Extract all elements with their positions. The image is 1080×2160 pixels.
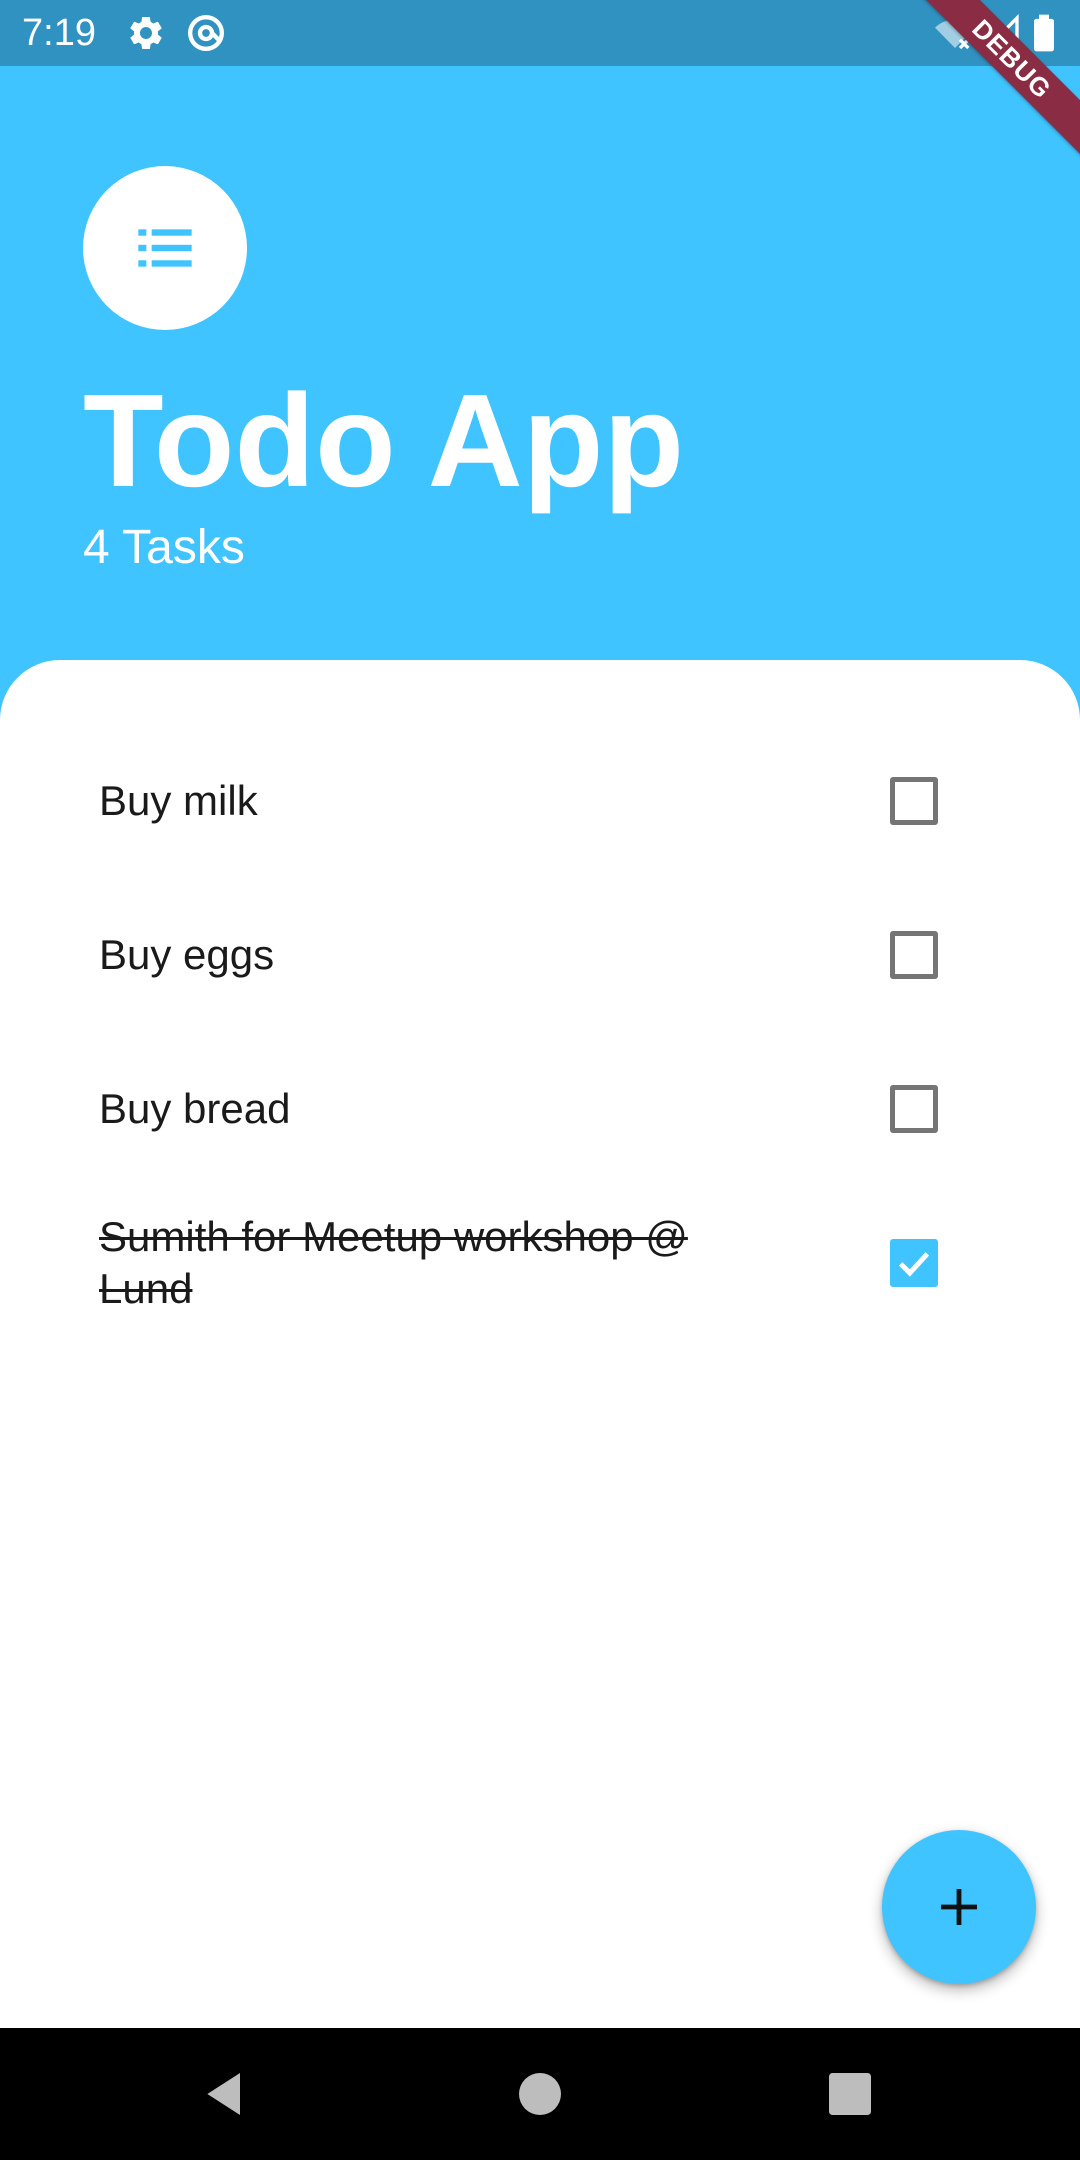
todo-label: Buy bread	[99, 1085, 291, 1132]
header: Todo App 4 Tasks	[0, 66, 1080, 706]
back-triangle-icon[interactable]	[198, 2066, 254, 2122]
task-count: 4 Tasks	[83, 521, 245, 574]
add-task-button[interactable]	[882, 1830, 1036, 1984]
page-title: Todo App	[83, 367, 685, 514]
avatar	[83, 166, 247, 330]
todo-list: Buy milk Buy eggs Buy bread Sumith for M…	[0, 724, 1080, 1340]
todo-checkbox[interactable]	[890, 931, 938, 979]
todo-checkbox[interactable]	[890, 1085, 938, 1133]
recents-square-icon[interactable]	[822, 2066, 878, 2122]
app-screen: 7:19 DEBUG Todo App 4 Tasks Buy milk Buy…	[0, 0, 1080, 2160]
list-icon	[138, 229, 192, 267]
content-card: Buy milk Buy eggs Buy bread Sumith for M…	[0, 660, 1080, 2028]
todo-checkbox[interactable]	[890, 777, 938, 825]
status-bar: 7:19	[0, 0, 1080, 66]
plus-icon	[941, 1889, 977, 1925]
navigation-bar	[0, 2028, 1080, 2160]
list-item[interactable]: Buy eggs	[0, 878, 1080, 1032]
todo-label: Buy milk	[99, 777, 258, 824]
list-item[interactable]: Sumith for Meetup workshop @ Lund	[0, 1186, 1080, 1340]
checkmark-icon	[898, 1252, 930, 1277]
todo-label: Sumith for Meetup workshop @ Lund	[99, 1213, 688, 1312]
list-item[interactable]: Buy milk	[0, 724, 1080, 878]
todo-checkbox[interactable]	[890, 1239, 938, 1287]
todo-label: Buy eggs	[99, 931, 275, 978]
home-circle-icon[interactable]	[512, 2066, 568, 2122]
gear-icon	[126, 13, 166, 53]
at-sign-icon	[186, 13, 226, 53]
list-item[interactable]: Buy bread	[0, 1032, 1080, 1186]
status-time: 7:19	[22, 12, 96, 54]
battery-icon	[1030, 13, 1058, 53]
